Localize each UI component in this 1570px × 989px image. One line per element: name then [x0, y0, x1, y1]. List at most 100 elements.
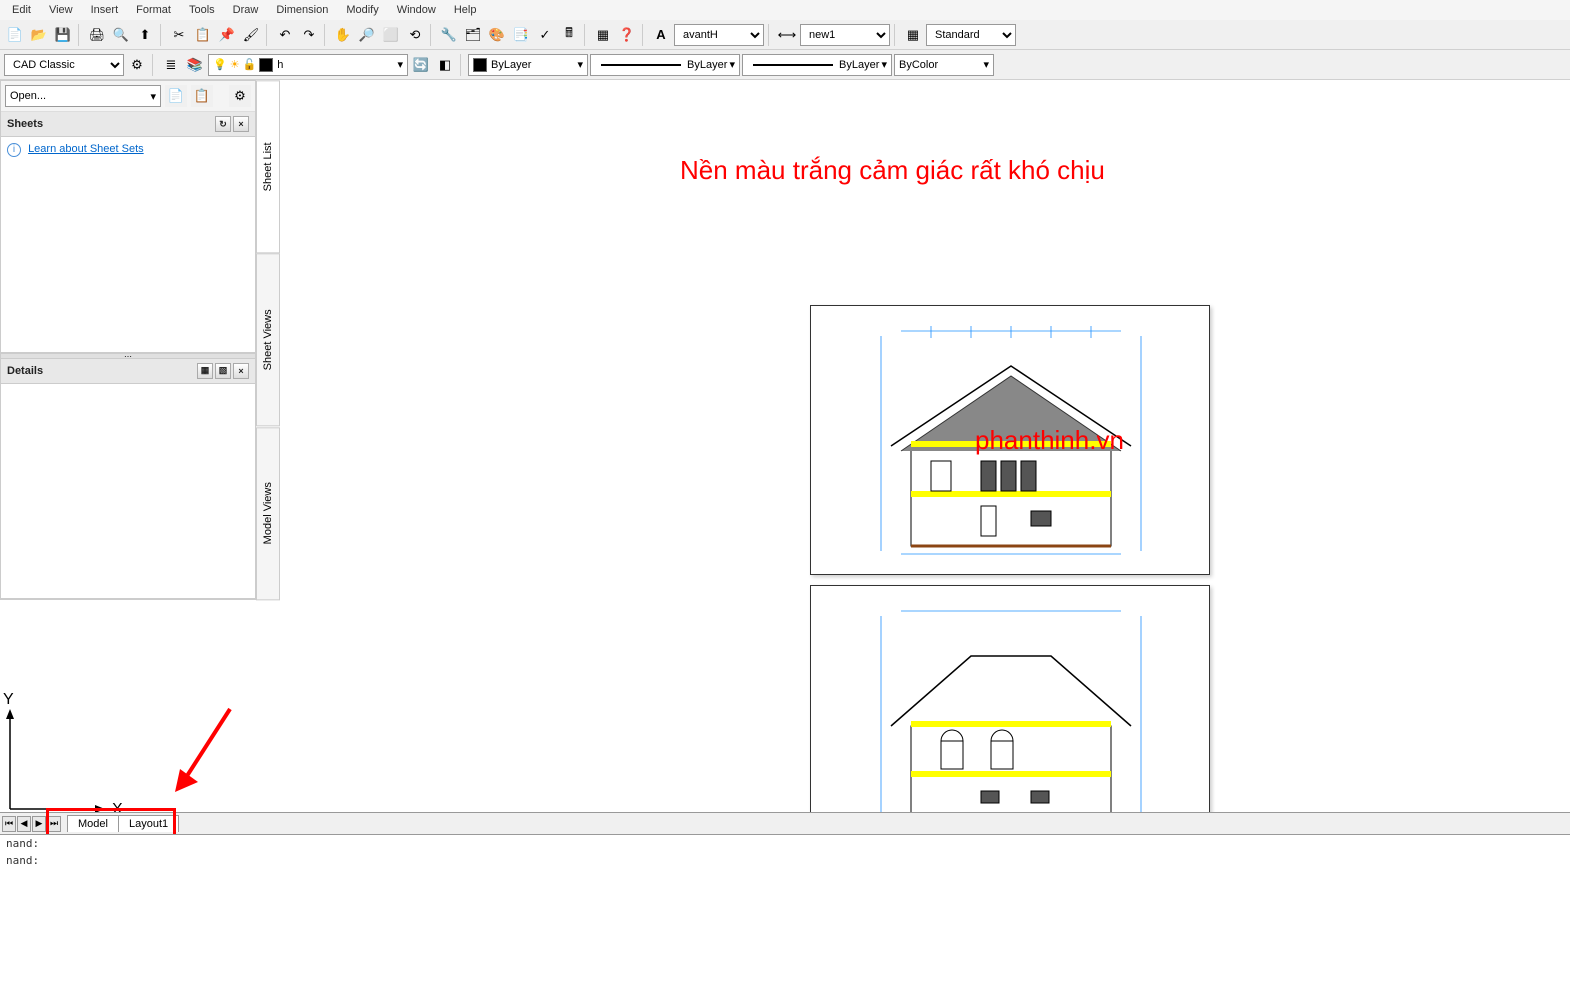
help-button[interactable]: ❓ [616, 24, 638, 46]
panel-open-row: Open... ▾ 📄 📋 ⚙ [1, 81, 255, 112]
zoom-win-button[interactable]: ⬜ [380, 24, 402, 46]
separator [894, 24, 898, 46]
menu-window[interactable]: Window [389, 2, 444, 18]
designcenter-icon: 🗂 [465, 27, 482, 43]
cut-button[interactable]: ✂ [168, 24, 190, 46]
bulb-icon: 💡 [213, 58, 227, 71]
dim-icon: ⟷ [778, 27, 797, 43]
annotation-text-1: Nền màu trắng cảm giác rất khó chịu [680, 155, 1105, 186]
sheet-button[interactable]: 📑 [510, 24, 532, 46]
block-button[interactable]: ▦ [592, 24, 614, 46]
layer-prev-button[interactable]: 🔄 [410, 54, 432, 76]
command-window[interactable]: nand: nand: [0, 834, 1570, 989]
save-button[interactable]: 💾 [52, 24, 74, 46]
layerstate-icon: 📚 [187, 57, 203, 73]
layer-props-button[interactable]: ≣ [160, 54, 182, 76]
toolbar-row-2: CAD Classic ⚙ ≣ 📚 💡 ☀ 🔓 h ▾ 🔄 ◧ ByLayer … [0, 50, 1570, 80]
menu-help[interactable]: Help [446, 2, 485, 18]
calc-button[interactable]: 🖩 [558, 24, 580, 46]
x-icon: × [238, 119, 243, 129]
properties-button[interactable]: 🔧 [438, 24, 460, 46]
menu-draw[interactable]: Draw [225, 2, 267, 18]
chevron-down-icon: ▾ [881, 58, 887, 71]
zoom-prev-icon: ⟲ [410, 27, 421, 43]
zoom-rt-button[interactable]: 🔎 [356, 24, 378, 46]
viewport-2[interactable] [810, 585, 1210, 829]
layer-states-button[interactable]: 📚 [184, 54, 206, 76]
color-combo[interactable]: ByLayer ▾ [468, 54, 588, 76]
panel-btn-2[interactable]: 📋 [191, 85, 213, 107]
menu-modify[interactable]: Modify [338, 2, 386, 18]
workspace-select[interactable]: CAD Classic [4, 54, 124, 76]
vtab-sheet-list[interactable]: Sheet List [256, 80, 280, 253]
zoom-window-icon: ⬜ [383, 27, 399, 43]
copy-button[interactable]: 📋 [192, 24, 214, 46]
dimstyle-select[interactable]: new1 [800, 24, 890, 46]
text-icon: A [656, 27, 665, 42]
new-button[interactable]: 📄 [4, 24, 26, 46]
open-dropdown[interactable]: Open... ▾ [5, 85, 161, 107]
markup-button[interactable]: ✓ [534, 24, 556, 46]
tab-prev-button[interactable]: ◀ [17, 816, 31, 832]
text-style-button[interactable]: A [650, 24, 672, 46]
undo-button[interactable]: ↶ [274, 24, 296, 46]
table-style-button[interactable]: ▦ [902, 24, 924, 46]
info-icon: i [7, 143, 21, 157]
menu-format[interactable]: Format [128, 2, 179, 18]
gear-icon: ⚙ [131, 57, 143, 73]
refresh-mini-button[interactable]: ↻ [215, 116, 231, 132]
dim-style-button[interactable]: ⟷ [776, 24, 798, 46]
tab-next-button[interactable]: ▶ [32, 816, 46, 832]
redo-button[interactable]: ↷ [298, 24, 320, 46]
zoom-prev-button[interactable]: ⟲ [404, 24, 426, 46]
tablestyle-select[interactable]: Standard [926, 24, 1016, 46]
separator [160, 24, 164, 46]
separator [266, 24, 270, 46]
house-elevation-2 [871, 606, 1151, 829]
tab-first-button[interactable]: ⏮ [2, 816, 16, 832]
toolbar-row-1: 📄 📂 💾 🖨 🔍 ⬆ ✂ 📋 📌 🖌 ↶ ↷ ✋ 🔎 ⬜ ⟲ 🔧 🗂 🎨 📑 … [0, 20, 1570, 50]
vtab-sheet-views[interactable]: Sheet Views [256, 253, 280, 426]
paste-button[interactable]: 📌 [216, 24, 238, 46]
plotstyle-combo[interactable]: ByColor ▾ [894, 54, 994, 76]
panel-btn-1[interactable]: 📄 [165, 85, 187, 107]
menu-tools[interactable]: Tools [181, 2, 223, 18]
help-icon: ❓ [619, 27, 635, 43]
pan-button[interactable]: ✋ [332, 24, 354, 46]
lineweight-combo[interactable]: ByLayer ▾ [742, 54, 892, 76]
menu-bar: Edit View Insert Format Tools Draw Dimen… [0, 0, 1570, 20]
layer-iso-button[interactable]: ◧ [434, 54, 456, 76]
header-icons: ↻ × [215, 116, 249, 132]
sheets-title: Sheets [7, 118, 43, 130]
layer-combo[interactable]: 💡 ☀ 🔓 h ▾ [208, 54, 408, 76]
linetype-combo[interactable]: ByLayer ▾ [590, 54, 740, 76]
open-button[interactable]: 📂 [28, 24, 50, 46]
match-button[interactable]: 🖌 [240, 24, 262, 46]
close-mini-button[interactable]: × [233, 116, 249, 132]
preview-button[interactable]: 🔍 [110, 24, 132, 46]
workspace-settings-button[interactable]: ⚙ [126, 54, 148, 76]
learn-link[interactable]: Learn about Sheet Sets [28, 143, 144, 155]
vertical-tabs: Sheet List Sheet Views Model Views [256, 80, 280, 600]
menu-view[interactable]: View [41, 2, 81, 18]
annotation-arrow [170, 704, 240, 794]
list-icon: ▦ [201, 365, 210, 376]
menu-dimension[interactable]: Dimension [268, 2, 336, 18]
menu-insert[interactable]: Insert [83, 2, 127, 18]
publish-button[interactable]: ⬆ [134, 24, 156, 46]
details-thumb-button[interactable]: ▧ [215, 363, 231, 379]
details-body [1, 384, 255, 600]
drawing-canvas[interactable] [280, 80, 1570, 829]
vtab-model-views[interactable]: Model Views [256, 427, 280, 600]
toolpalette-button[interactable]: 🎨 [486, 24, 508, 46]
calc-icon: 🖩 [565, 24, 573, 46]
panel-btn-3[interactable]: ⚙ [229, 85, 251, 107]
details-view-button[interactable]: ▦ [197, 363, 213, 379]
command-prompt: nand: [0, 835, 1570, 852]
menu-edit[interactable]: Edit [4, 2, 39, 18]
designcenter-button[interactable]: 🗂 [462, 24, 484, 46]
font-select[interactable]: avantH [674, 24, 764, 46]
separator [584, 24, 588, 46]
print-button[interactable]: 🖨 [86, 24, 108, 46]
details-close-button[interactable]: × [233, 363, 249, 379]
